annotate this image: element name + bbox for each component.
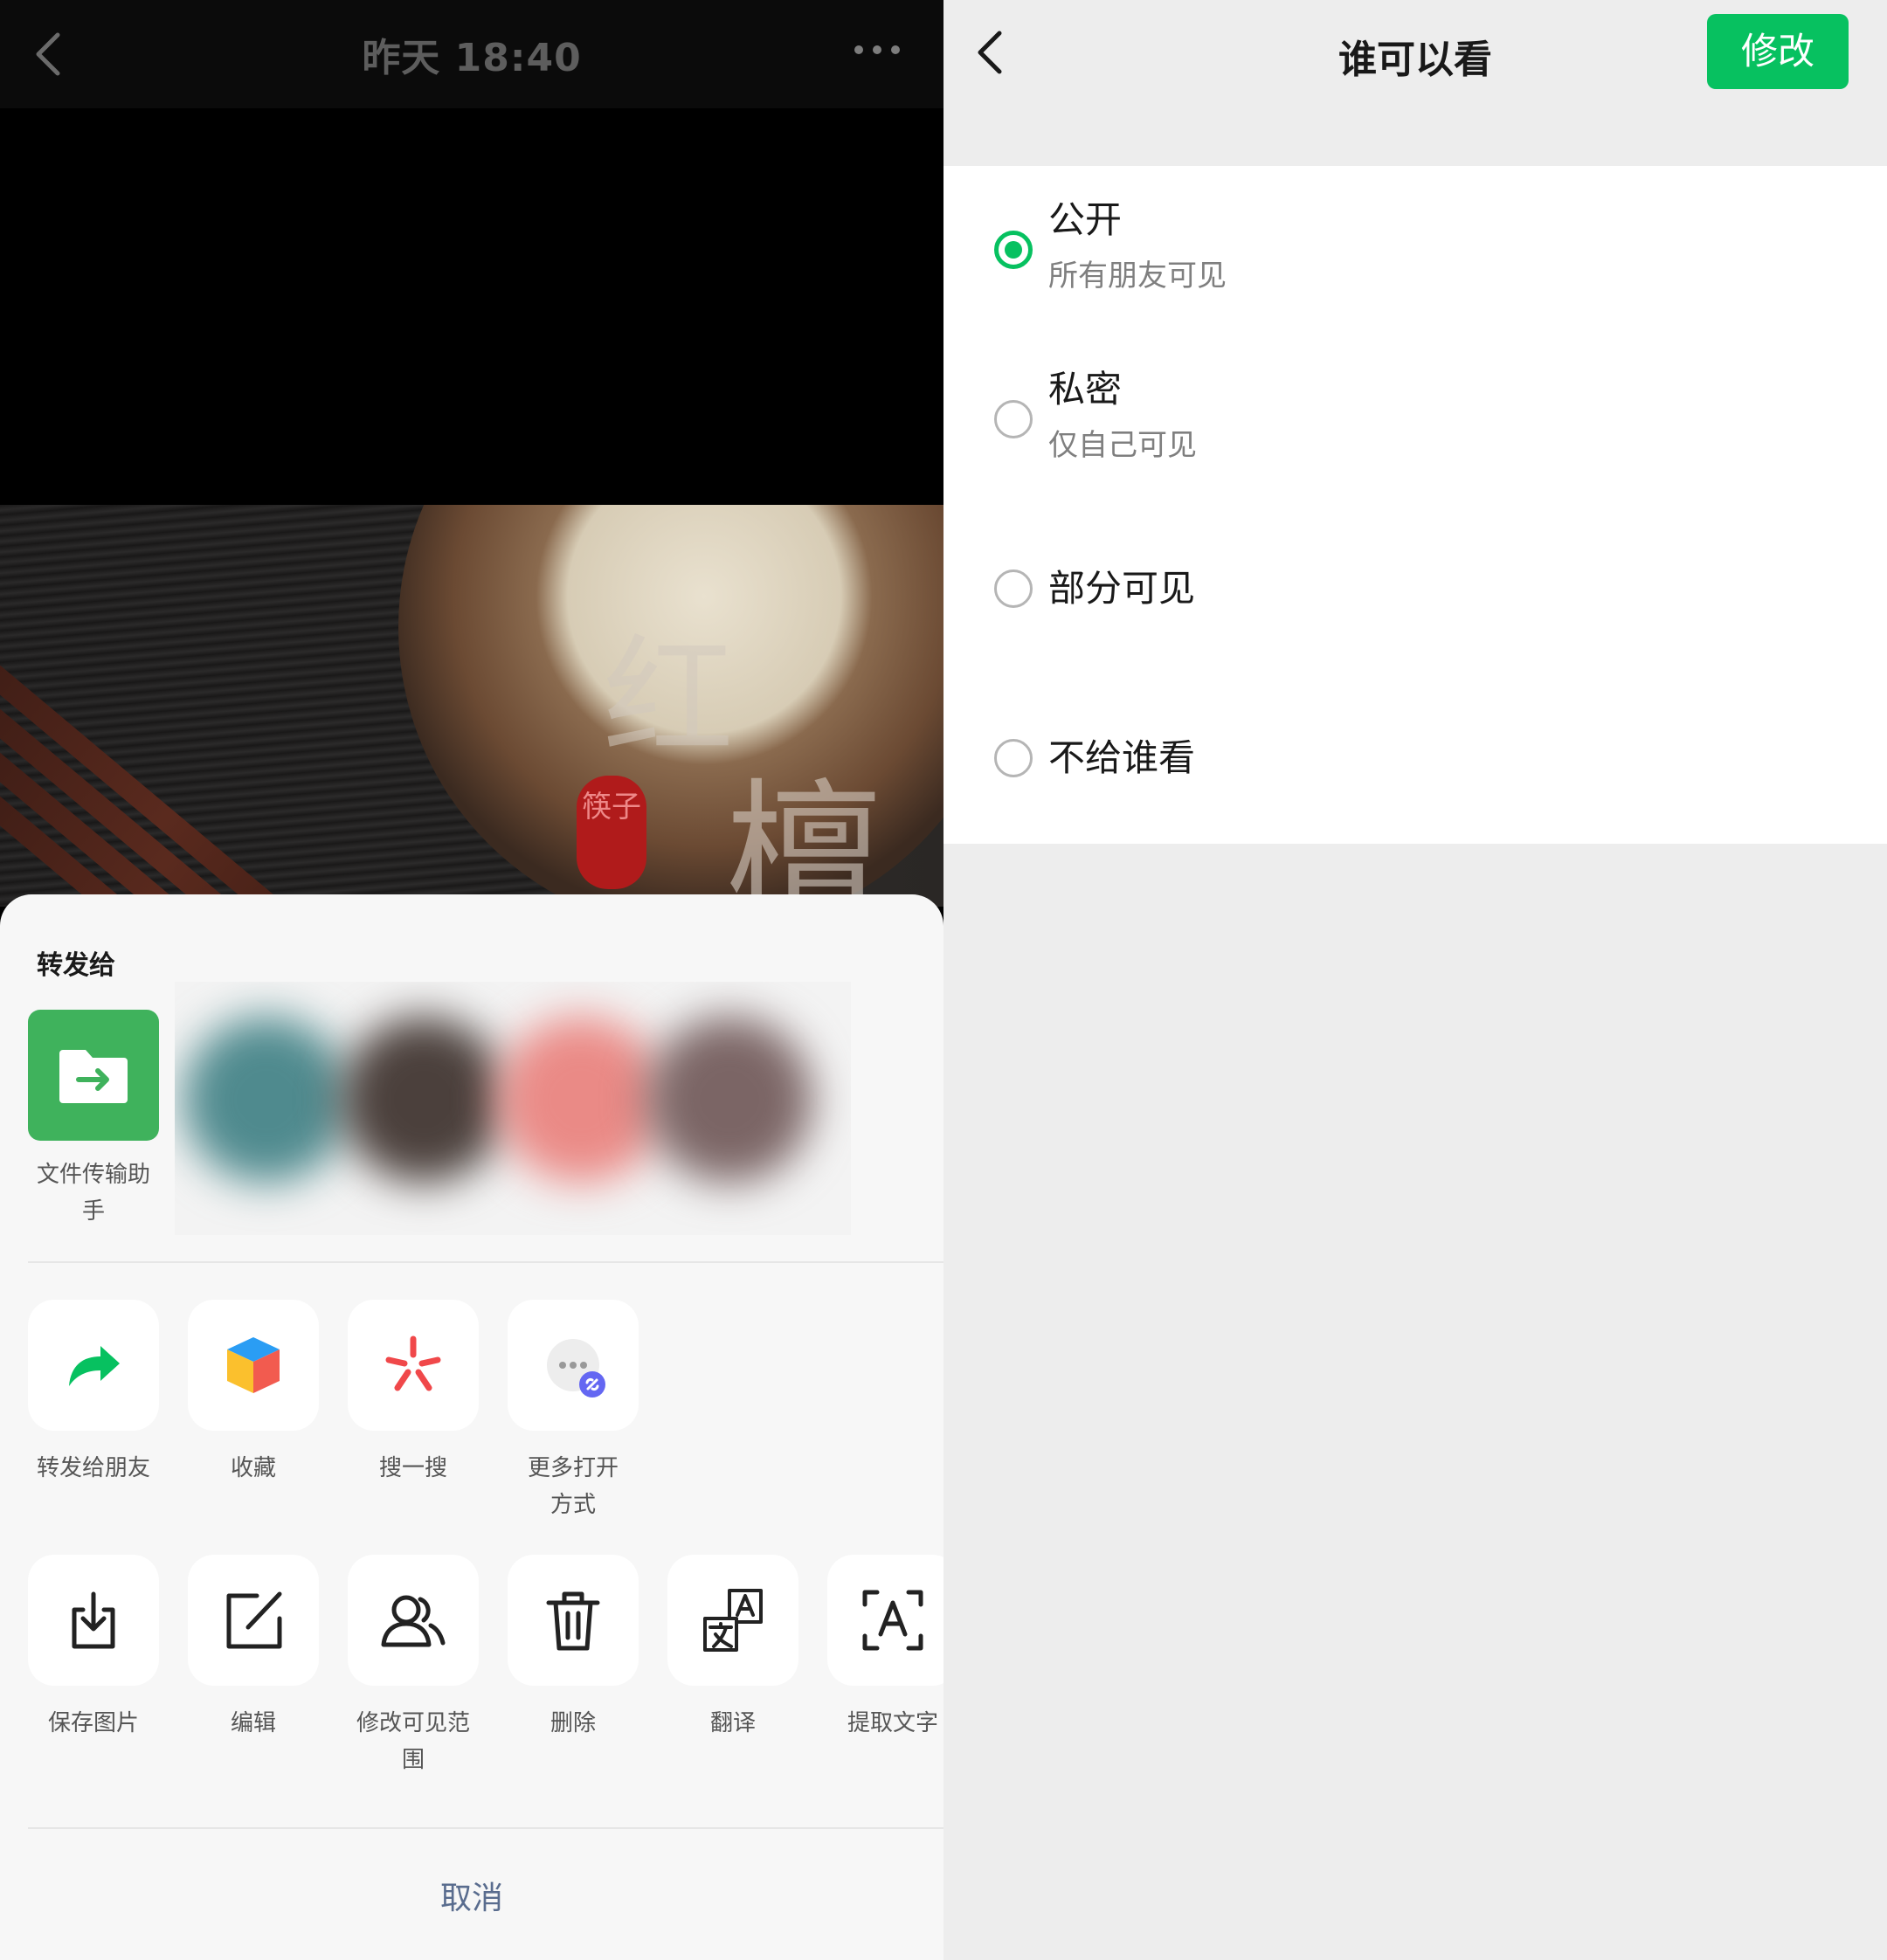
avatar[interactable] <box>183 1017 349 1183</box>
visibility-options-list: 公开 所有朋友可见 私密 仅自己可见 部分可见 不给谁看 <box>944 166 1887 844</box>
avatar[interactable] <box>498 1017 664 1183</box>
favorite-button[interactable]: 收藏 <box>188 1300 319 1487</box>
file-transfer-label: 文件传输助手 <box>36 1162 150 1225</box>
radio-unselected-icon[interactable] <box>994 569 1033 608</box>
delete-button[interactable]: 删除 <box>508 1555 639 1742</box>
divider <box>28 1827 944 1829</box>
more-open-icon <box>547 1339 605 1398</box>
visibility-settings-pane: 谁可以看 修改 公开 所有朋友可见 私密 仅自己可见 部分可见 不给谁看 <box>944 0 1887 1960</box>
photo-calligraphy-2: 檀 <box>725 765 883 907</box>
option-title: 部分可见 <box>1048 567 1196 610</box>
recent-contacts-blurred[interactable] <box>175 982 851 1235</box>
radio-selected-icon[interactable] <box>994 231 1033 269</box>
trash-icon <box>546 1591 600 1651</box>
option-subtitle: 仅自己可见 <box>1048 428 1197 463</box>
cancel-button[interactable]: 取消 <box>0 1873 944 1918</box>
option-private[interactable]: 私密 仅自己可见 <box>944 335 1887 505</box>
translate-button[interactable]: 翻译 <box>667 1555 798 1742</box>
extract-text-button[interactable]: 提取文字 <box>827 1555 944 1742</box>
option-title: 公开 <box>1048 198 1123 241</box>
viewer-timestamp: 昨天 18:40 <box>362 36 582 80</box>
option-partial-visible[interactable]: 部分可见 <box>944 505 1887 674</box>
folder-arrow-icon <box>59 1050 128 1103</box>
save-image-icon <box>72 1591 115 1649</box>
confirm-edit-button[interactable]: 修改 <box>1707 14 1849 89</box>
more-dots-icon[interactable] <box>854 45 900 58</box>
avatar[interactable] <box>646 1017 812 1183</box>
extract-text-icon <box>862 1590 923 1651</box>
viewed-photo[interactable]: 红 檀 筷子 <box>0 505 944 907</box>
option-title: 不给谁看 <box>1048 736 1196 779</box>
translate-icon <box>703 1589 763 1652</box>
file-transfer-button[interactable] <box>28 1010 159 1141</box>
change-visibility-button[interactable]: 修改可见范围 <box>348 1555 479 1778</box>
forward-to-friend-button[interactable]: 转发给朋友 <box>28 1300 159 1487</box>
edit-icon <box>226 1591 282 1649</box>
edit-button[interactable]: 编辑 <box>188 1555 319 1742</box>
action-sheet: 转发给 文件传输助手 转发给朋友 收藏 搜一搜 更多打开方式 保存图片 编辑 修… <box>0 894 944 1960</box>
favorite-cube-icon <box>227 1337 280 1393</box>
viewer-top-bar: 昨天 18:40 <box>0 0 944 108</box>
settings-top-bar: 谁可以看 修改 <box>944 0 1887 103</box>
photo-calligraphy-1: 红 <box>603 623 735 775</box>
save-image-button[interactable]: 保存图片 <box>28 1555 159 1742</box>
avatar[interactable] <box>341 1017 507 1183</box>
visibility-scope-icon <box>381 1595 446 1647</box>
option-hide-from[interactable]: 不给谁看 <box>944 674 1887 844</box>
search-spark-icon <box>385 1335 441 1391</box>
image-viewer-pane: 昨天 18:40 红 檀 筷子 转发给 文件传输助手 转发给朋友 收藏 搜一搜 … <box>0 0 944 1960</box>
option-public[interactable]: 公开 所有朋友可见 <box>944 166 1887 335</box>
photo-seal-stamp: 筷子 <box>577 776 646 889</box>
radio-unselected-icon[interactable] <box>994 400 1033 438</box>
more-open-options-button[interactable]: 更多打开方式 <box>508 1300 639 1523</box>
divider <box>28 1261 944 1263</box>
search-button[interactable]: 搜一搜 <box>348 1300 479 1487</box>
forward-to-title: 转发给 <box>37 950 115 981</box>
radio-unselected-icon[interactable] <box>994 739 1033 777</box>
forward-icon <box>69 1346 120 1386</box>
option-subtitle: 所有朋友可见 <box>1048 259 1227 293</box>
option-title: 私密 <box>1048 368 1123 411</box>
